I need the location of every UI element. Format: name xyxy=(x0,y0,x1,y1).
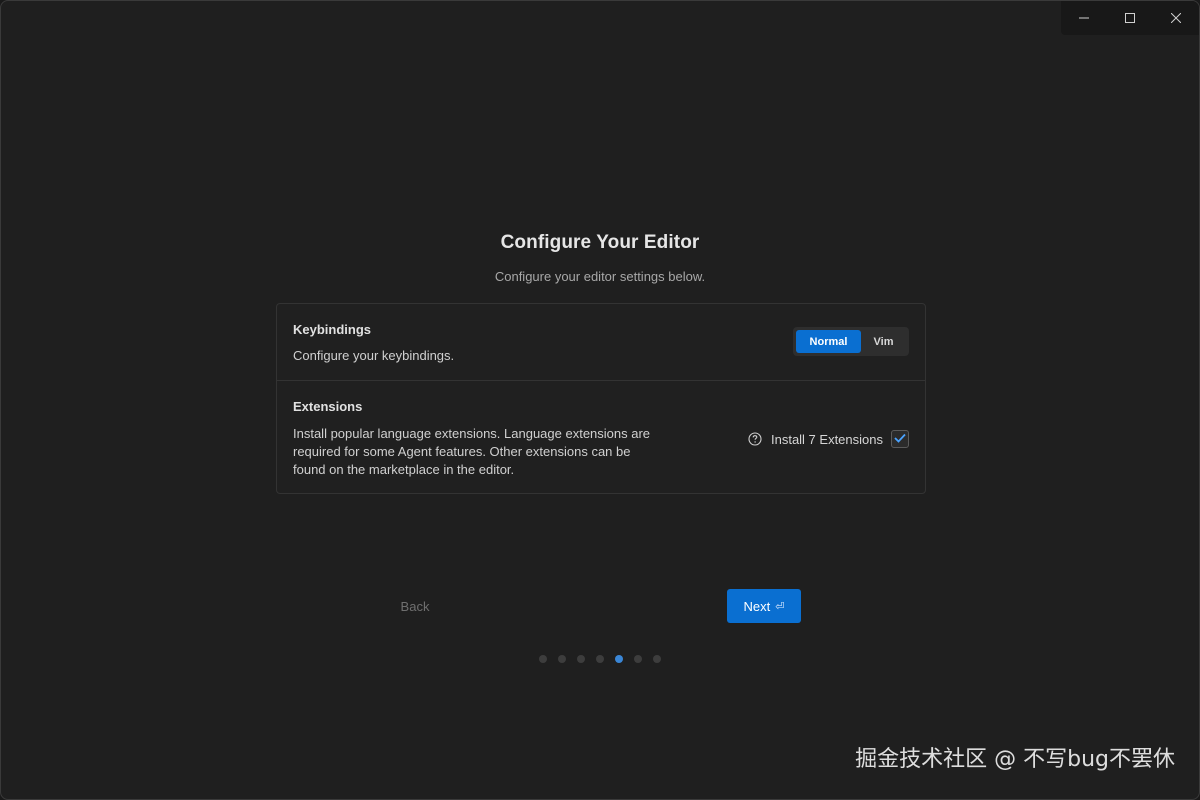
step-dot xyxy=(577,655,585,663)
help-circle-icon[interactable] xyxy=(748,432,762,446)
window-controls xyxy=(1061,1,1199,35)
install-extensions-checkbox[interactable] xyxy=(891,430,909,448)
close-button[interactable] xyxy=(1153,1,1199,35)
step-dot xyxy=(653,655,661,663)
maximize-button[interactable] xyxy=(1107,1,1153,35)
install-extensions-control: Install 7 Extensions xyxy=(748,429,909,449)
keybindings-row: Keybindings Configure your keybindings. … xyxy=(277,304,925,381)
install-extensions-label: Install 7 Extensions xyxy=(770,431,883,447)
page-subtitle: Configure your editor settings below. xyxy=(494,269,706,284)
maximize-icon xyxy=(1125,13,1135,23)
keybindings-toggle: Normal Vim xyxy=(793,327,909,356)
enter-key-icon: ⏎ xyxy=(775,600,785,613)
keybindings-description: Configure your keybindings. xyxy=(293,348,455,363)
page-title: Configure Your Editor xyxy=(500,232,700,253)
step-dot xyxy=(615,655,623,663)
step-dot xyxy=(634,655,642,663)
checkmark-icon xyxy=(894,430,906,448)
minimize-icon xyxy=(1079,13,1089,23)
step-indicator xyxy=(539,655,672,663)
extensions-title: Extensions xyxy=(293,399,363,414)
keybinding-option-normal[interactable]: Normal xyxy=(796,330,861,353)
watermark: 掘金技术社区 @ 不写bug不罢休 xyxy=(855,747,1175,772)
app-window: Configure Your Editor Configure your edi… xyxy=(0,0,1200,800)
keybinding-option-vim[interactable]: Vim xyxy=(861,330,906,353)
extensions-row: Extensions Install popular language exte… xyxy=(277,381,925,494)
step-dot xyxy=(558,655,566,663)
next-button-label: Next xyxy=(743,598,771,614)
settings-panel: Keybindings Configure your keybindings. … xyxy=(276,303,926,494)
step-dot xyxy=(596,655,604,663)
close-icon xyxy=(1171,13,1181,23)
extensions-description: Install popular language extensions. Lan… xyxy=(293,426,651,477)
minimize-button[interactable] xyxy=(1061,1,1107,35)
back-button[interactable]: Back xyxy=(385,594,445,620)
keybindings-title: Keybindings xyxy=(293,322,372,337)
step-dot xyxy=(539,655,547,663)
next-button[interactable]: Next ⏎ xyxy=(727,589,801,623)
